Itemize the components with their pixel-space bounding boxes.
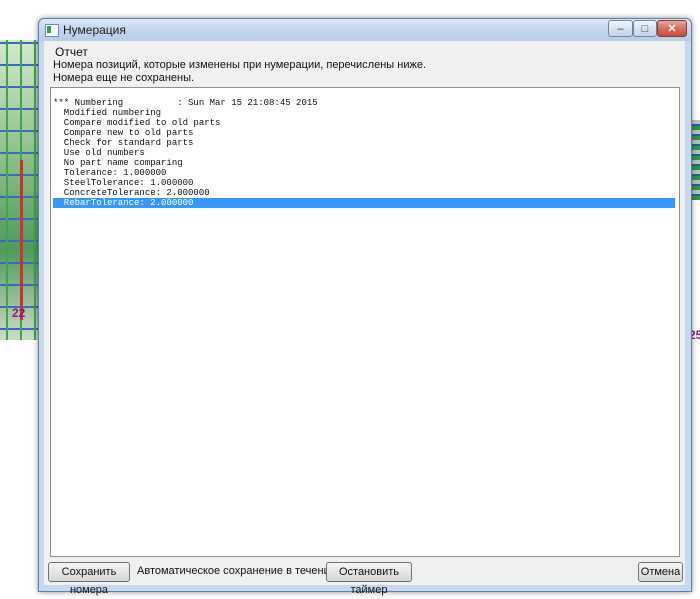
report-line[interactable]: Tolerance: 1.000000: [53, 168, 675, 178]
report-line[interactable]: Compare new to old parts: [53, 128, 675, 138]
save-numbers-button[interactable]: Сохранить номера: [48, 562, 130, 596]
cancel-button[interactable]: Отмена: [638, 562, 683, 582]
title-bar[interactable]: Нумерация – □ ✕: [39, 19, 691, 41]
report-line[interactable]: ConcreteTolerance: 2.000000: [53, 188, 675, 198]
report-line[interactable]: Compare modified to old parts: [53, 118, 675, 128]
window-title: Нумерация: [63, 23, 126, 37]
minimize-button[interactable]: –: [608, 20, 633, 37]
info-text-not-saved: Номера еще не сохранены.: [53, 72, 195, 84]
report-line[interactable]: *** Numbering : Sun Mar 15 21:08:45 2015: [53, 98, 675, 108]
model-label-left: 22: [12, 306, 26, 320]
report-line[interactable]: Use old numbers: [53, 148, 675, 158]
stop-timer-button[interactable]: Остановить таймер: [326, 562, 412, 596]
numbering-dialog: Нумерация – □ ✕ Отчет Номера позиций, ко…: [38, 18, 692, 596]
app-icon: [45, 24, 59, 37]
dialog-body: Отчет Номера позиций, которые изменены п…: [44, 41, 685, 596]
close-button[interactable]: ✕: [657, 20, 687, 37]
maximize-button[interactable]: □: [633, 20, 657, 37]
report-listbox[interactable]: *** Numbering : Sun Mar 15 21:08:45 2015…: [50, 87, 680, 557]
model-beam-red: [20, 160, 23, 320]
report-line[interactable]: No part name comparing: [53, 158, 675, 168]
report-line[interactable]: Modified numbering: [53, 108, 675, 118]
report-line[interactable]: Check for standard parts: [53, 138, 675, 148]
info-text-changed: Номера позиций, которые изменены при нум…: [53, 59, 427, 71]
report-line-selected[interactable]: RebarTolerance: 2.000000: [53, 198, 675, 208]
report-group-label: Отчет: [55, 45, 88, 59]
report-line[interactable]: SteelTolerance: 1.000000: [53, 178, 675, 188]
